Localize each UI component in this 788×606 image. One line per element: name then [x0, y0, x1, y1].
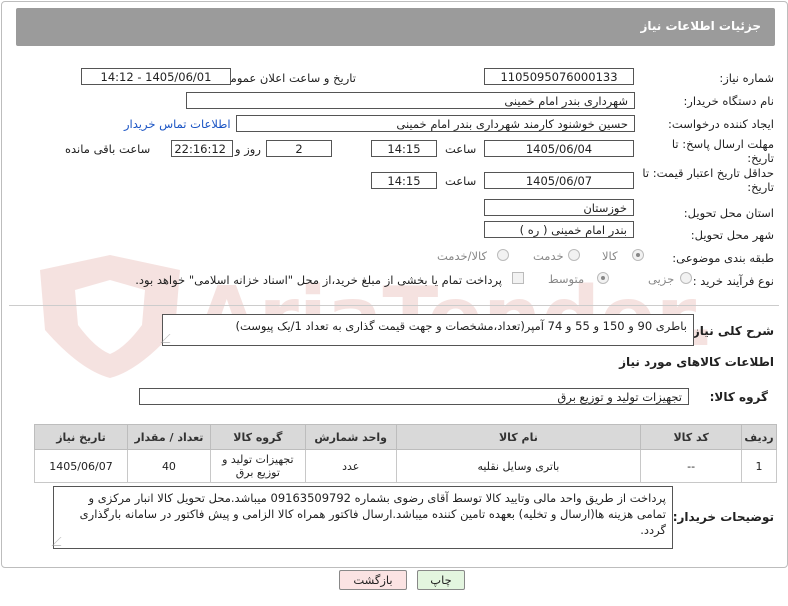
- print-button[interactable]: چاپ: [417, 570, 465, 590]
- treasury-payment-note: پرداخت تمام یا بخشی از مبلغ خرید،از محل …: [135, 273, 502, 287]
- price-validity-label: حداقل تاریخ اعتبار قیمت: تا تاریخ:: [642, 166, 774, 194]
- cell-code: --: [640, 449, 743, 483]
- cell-date: 1405/06/07: [34, 449, 128, 483]
- summary-text: باطری 90 و 150 و 55 و 74 آمپر(تعداد،مشخص…: [235, 319, 687, 333]
- category-goods-radio[interactable]: [632, 249, 644, 261]
- need-number-field: 1105095076000133: [484, 68, 634, 85]
- buyer-notes-textarea[interactable]: پرداخت از طریق واحد مالی وتایید کالا توس…: [51, 486, 673, 549]
- goods-group-label: گروه کالا:: [709, 390, 768, 404]
- summary-label: شرح کلی نیاز:: [688, 324, 774, 338]
- need-number-label: شماره نیاز:: [719, 71, 774, 85]
- process-medium-radio[interactable]: [597, 272, 609, 284]
- category-both-radio[interactable]: [497, 249, 509, 261]
- requester-label: ایجاد کننده درخواست:: [668, 117, 774, 131]
- cell-name: باتری وسایل نقلیه: [395, 449, 642, 483]
- price-time-field: 14:15: [371, 172, 437, 189]
- province-field: خوزستان: [484, 199, 634, 216]
- category-both-label: کالا/خدمت: [437, 249, 488, 263]
- col-name: نام کالا: [395, 424, 642, 450]
- goods-group-field: تجهیزات تولید و توزیع برق: [139, 388, 689, 405]
- divider: [9, 305, 779, 306]
- city-field: بندر امام خمینی ( ره ): [484, 221, 634, 238]
- reply-date-field: 1405/06/04: [484, 140, 634, 157]
- buyer-notes-text: پرداخت از طریق واحد مالی وتایید کالا توس…: [79, 491, 666, 537]
- requester-field: حسین خوشنود کارمند شهرداری بندر امام خمی…: [236, 115, 635, 132]
- price-time-label: ساعت: [445, 174, 477, 188]
- cell-group: تجهیزات تولید و توزیع برق: [209, 449, 306, 483]
- back-button[interactable]: بازگشت: [339, 570, 407, 590]
- city-label: شهر محل تحویل:: [690, 228, 774, 242]
- col-code: کد کالا: [640, 424, 743, 450]
- process-label: نوع فرآیند خرید :: [692, 274, 774, 288]
- days-field: 2: [266, 140, 332, 157]
- category-service-label: خدمت: [533, 249, 564, 263]
- reply-time-label: ساعت: [445, 142, 477, 156]
- resize-grip-icon[interactable]: [160, 334, 179, 343]
- cell-qty: 40: [127, 449, 211, 483]
- table-row: 1 -- باتری وسایل نقلیه عدد تجهیزات تولید…: [34, 449, 777, 483]
- resize-grip-icon[interactable]: [51, 537, 70, 546]
- announce-label: تاریخ و ساعت اعلان عمومی:: [217, 71, 356, 85]
- process-medium-label: متوسط: [548, 272, 585, 286]
- col-group: گروه کالا: [209, 424, 306, 450]
- cell-unit: عدد: [304, 449, 397, 483]
- col-qty: تعداد / مقدار: [127, 424, 211, 450]
- announce-field: 1405/06/01 - 14:12: [81, 68, 231, 85]
- remaining-time-field: 22:16:12: [171, 140, 233, 157]
- category-service-radio[interactable]: [568, 249, 580, 261]
- remaining-label: ساعت باقی مانده: [65, 142, 151, 156]
- buyer-notes-label: توضیحات خریدار:: [672, 510, 774, 524]
- price-date-field: 1405/06/07: [484, 172, 634, 189]
- category-label: طبقه بندی موضوعی:: [672, 251, 774, 265]
- buyer-org-label: نام دستگاه خریدار:: [683, 94, 774, 108]
- page-header: جزئیات اطلاعات نیاز: [16, 8, 775, 46]
- process-minor-radio[interactable]: [680, 272, 692, 284]
- category-goods-label: کالا: [602, 249, 618, 263]
- buyer-contact-link[interactable]: اطلاعات تماس خریدار: [124, 117, 231, 131]
- col-unit: واحد شمارش: [304, 424, 397, 450]
- summary-textarea[interactable]: باطری 90 و 150 و 55 و 74 آمپر(تعداد،مشخص…: [160, 314, 694, 346]
- cell-row: 1: [741, 449, 777, 483]
- goods-section-title: اطلاعات کالاهای مورد نیاز: [619, 355, 774, 369]
- items-table: ردیف کد کالا نام کالا واحد شمارش گروه کا…: [34, 424, 777, 483]
- table-header-row: ردیف کد کالا نام کالا واحد شمارش گروه کا…: [34, 424, 777, 450]
- reply-deadline-label: مهلت ارسال پاسخ: تا تاریخ:: [671, 137, 774, 165]
- treasury-payment-checkbox[interactable]: [512, 272, 524, 284]
- days-label: روز و: [235, 142, 261, 156]
- process-minor-label: جزیی: [648, 272, 675, 286]
- reply-time-field: 14:15: [371, 140, 437, 157]
- buyer-org-field: شهرداری بندر امام خمینی: [186, 92, 635, 109]
- col-date: تاریخ نیاز: [34, 424, 128, 450]
- col-row: ردیف: [741, 424, 777, 450]
- province-label: استان محل تحویل:: [683, 206, 774, 220]
- page-title: جزئیات اطلاعات نیاز: [640, 19, 761, 33]
